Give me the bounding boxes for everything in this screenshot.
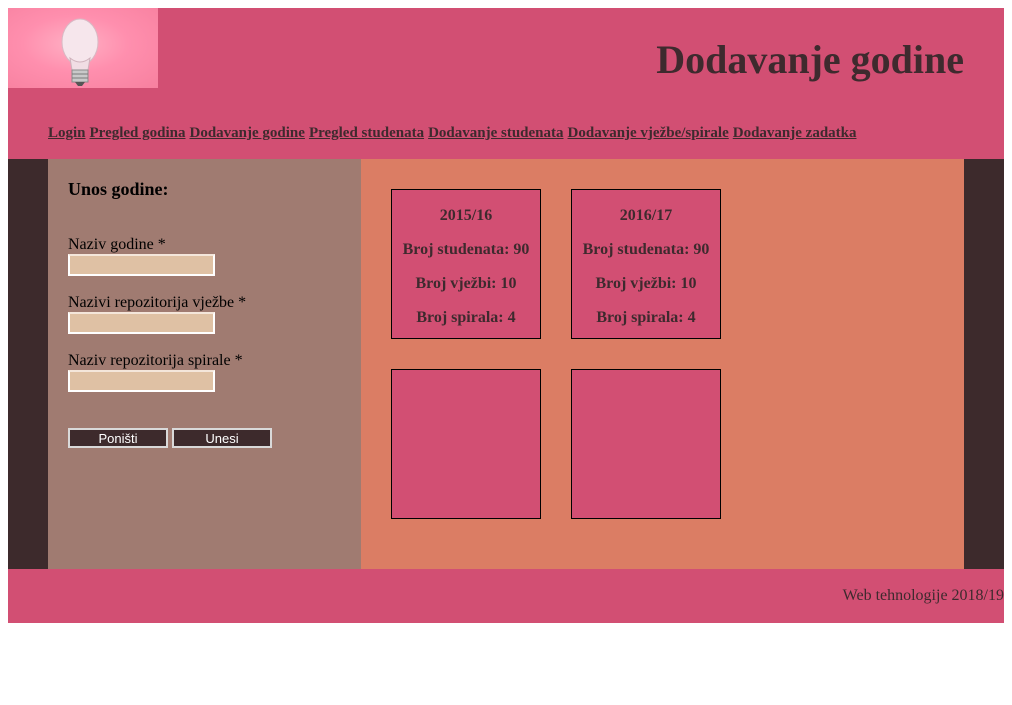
card-spirals: Broj spirala: 4	[416, 309, 516, 326]
page-title: Dodavanje godine	[656, 37, 964, 82]
exercise-repo-label: Nazivi repozitorija vježbe *	[68, 294, 247, 311]
reset-button[interactable]: Poništi	[68, 428, 168, 448]
content-area: Unos godine: Naziv godine * Nazivi repoz…	[8, 159, 1004, 569]
footer: Web tehnologije 2018/19	[8, 569, 1004, 623]
year-card-empty	[571, 369, 721, 519]
form-title: Unos godine:	[68, 179, 169, 199]
card-spirals: Broj spirala: 4	[596, 309, 696, 326]
year-card-empty	[391, 369, 541, 519]
nav-dodavanje-vjezbe-spirale[interactable]: Dodavanje vježbe/spirale	[568, 125, 729, 141]
main-nav: Login Pregled godina Dodavanje godine Pr…	[48, 124, 857, 142]
card-students: Broj studenata: 90	[582, 241, 710, 258]
page: Dodavanje godine Login Pregled godina Do…	[8, 8, 1004, 623]
exercise-repo-input[interactable]	[68, 312, 215, 334]
spiral-repo-label: Naziv repozitorija spirale *	[68, 352, 243, 369]
nav-login[interactable]: Login	[48, 125, 86, 141]
nav-dodavanje-studenata[interactable]: Dodavanje studenata	[428, 125, 563, 141]
year-name-label: Naziv godine *	[68, 236, 166, 253]
nav-dodavanje-zadatka[interactable]: Dodavanje zadatka	[733, 125, 857, 141]
footer-text: Web tehnologije 2018/19	[842, 587, 1004, 604]
card-exercises: Broj vježbi: 10	[415, 275, 517, 292]
card-year: 2016/17	[619, 207, 673, 224]
years-grid: 2015/16 Broj studenata: 90 Broj vježbi: …	[361, 159, 964, 569]
card-students: Broj studenata: 90	[402, 241, 530, 258]
nav-pregled-studenata[interactable]: Pregled studenata	[309, 125, 424, 141]
spiral-repo-input[interactable]	[68, 370, 215, 392]
lightbulb-icon	[8, 8, 158, 88]
nav-dodavanje-godine[interactable]: Dodavanje godine	[190, 125, 305, 141]
year-card: 2015/16 Broj studenata: 90 Broj vježbi: …	[391, 189, 541, 339]
submit-button[interactable]: Unesi	[172, 428, 272, 448]
year-name-input[interactable]	[68, 254, 215, 276]
nav-pregled-godina[interactable]: Pregled godina	[90, 125, 186, 141]
header: Dodavanje godine Login Pregled godina Do…	[8, 8, 1004, 159]
year-card: 2016/17 Broj studenata: 90 Broj vježbi: …	[571, 189, 721, 339]
card-exercises: Broj vježbi: 10	[595, 275, 697, 292]
card-year: 2015/16	[439, 207, 493, 224]
year-form-panel: Unos godine: Naziv godine * Nazivi repoz…	[48, 159, 361, 569]
